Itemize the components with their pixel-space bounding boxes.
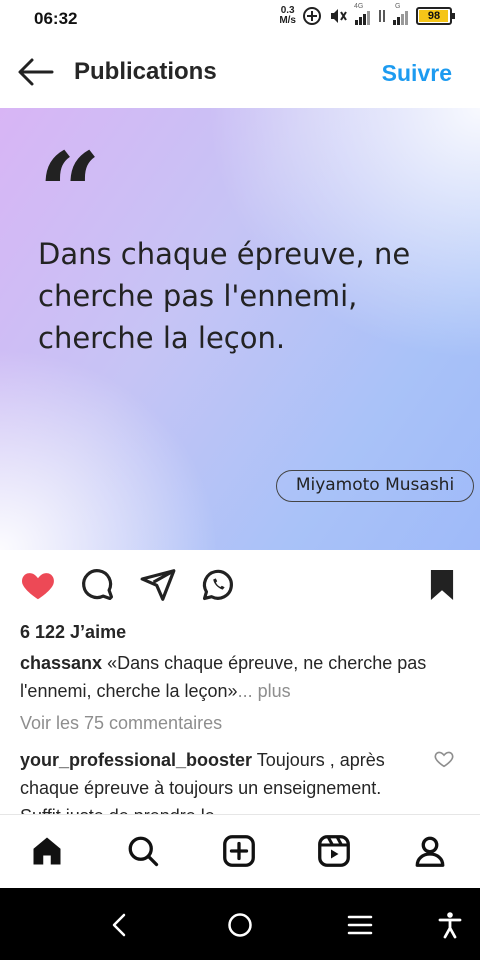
data-saver-icon [303, 7, 321, 25]
quote-line: cherche la leçon. [38, 321, 286, 355]
quote-line: cherche pas l'ennemi, [38, 279, 358, 313]
system-home-button[interactable] [225, 910, 255, 940]
system-back-button[interactable] [105, 910, 135, 940]
whatsapp-icon [202, 569, 233, 601]
back-icon [112, 913, 126, 937]
quote-mark: “ [38, 128, 102, 257]
system-nav-bar [0, 888, 480, 960]
header: Publications Suivre [0, 38, 480, 108]
comment-like-button[interactable] [433, 748, 455, 770]
bottom-nav [0, 814, 480, 888]
status-time: 06:32 [34, 9, 78, 28]
arrow-left-icon [18, 58, 54, 86]
network-speed: 0.3 M/s [279, 5, 296, 26]
save-button[interactable] [423, 566, 461, 604]
nav-search[interactable] [125, 833, 161, 869]
profile-icon [415, 836, 445, 867]
status-bar: 06:32 0.3 M/s 4G G 98 [0, 0, 480, 38]
post-image[interactable]: “ Dans chaque épreuve, ne cherche pas l'… [0, 108, 480, 550]
comment-button[interactable] [79, 566, 117, 604]
status-icons: 0.3 M/s 4G G 98 [279, 3, 455, 26]
signal-4g: 4G [354, 3, 372, 26]
system-accessibility-button[interactable] [435, 910, 465, 940]
nav-reels[interactable] [316, 833, 352, 869]
send-icon [140, 569, 176, 601]
data-arrows-icon [379, 10, 385, 22]
share-button[interactable] [139, 566, 177, 604]
author-label: Miyamoto Musashi [276, 470, 474, 502]
comment-icon [82, 569, 114, 601]
quote-line: Dans chaque épreuve, ne [38, 237, 411, 271]
quote-text: Dans chaque épreuve, ne cherche pas l'en… [38, 233, 458, 359]
whatsapp-share-button[interactable] [199, 566, 237, 604]
nav-home[interactable] [29, 833, 65, 869]
heart-outline-icon [434, 751, 454, 768]
follow-button[interactable]: Suivre [382, 60, 452, 87]
home-circle-icon [228, 913, 252, 937]
battery-icon: 98 [416, 7, 455, 25]
add-post-icon [223, 835, 255, 867]
likes-count[interactable]: 6 122 J’aime [20, 622, 126, 643]
view-comments-link[interactable]: Voir les 75 commentaires [20, 713, 222, 734]
like-button[interactable] [19, 566, 57, 604]
accessibility-icon [438, 912, 462, 939]
caption: chassanx «Dans chaque épreuve, ne cherch… [20, 649, 465, 705]
reels-icon [318, 835, 350, 867]
mute-icon [331, 9, 347, 23]
page-title: Publications [74, 58, 217, 85]
signal-g: G [392, 3, 410, 26]
recents-icon [347, 915, 373, 935]
nav-profile[interactable] [412, 833, 448, 869]
home-icon [33, 837, 61, 865]
back-button[interactable] [16, 54, 56, 90]
system-recents-button[interactable] [345, 910, 375, 940]
caption-more-link[interactable]: ... plus [238, 681, 291, 701]
search-icon [128, 836, 159, 867]
nav-create[interactable] [221, 833, 257, 869]
post-actions [0, 550, 480, 620]
comment: your_professional_booster Toujours , apr… [20, 746, 420, 814]
bookmark-filled-icon [430, 569, 454, 601]
caption-username[interactable]: chassanx [20, 653, 102, 673]
heart-filled-icon [22, 573, 54, 600]
comment-username[interactable]: your_professional_booster [20, 750, 252, 770]
